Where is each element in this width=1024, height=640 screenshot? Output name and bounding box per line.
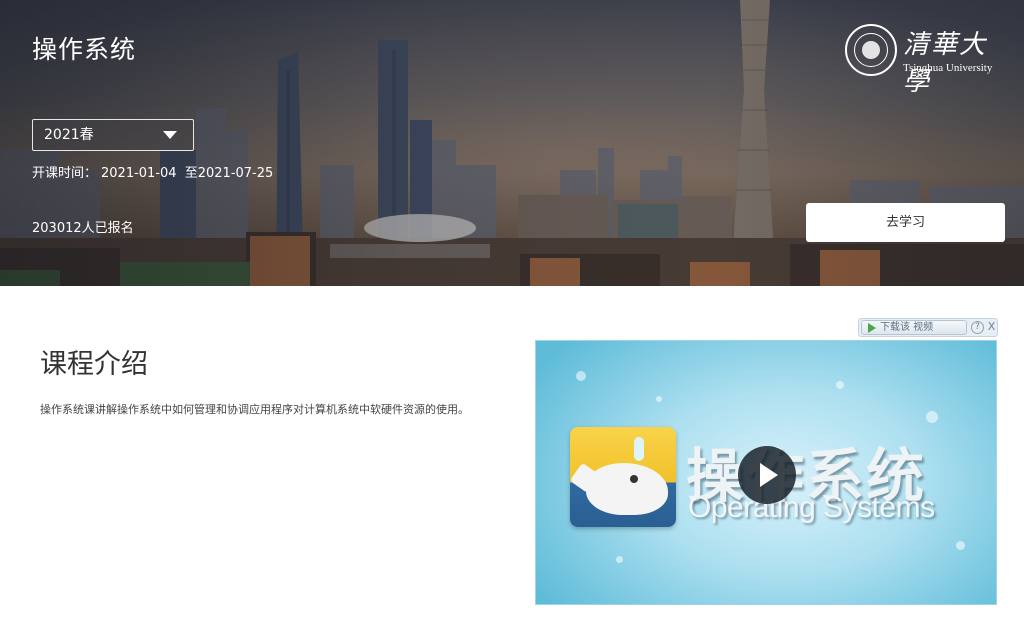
play-icon bbox=[760, 463, 778, 487]
decor-bubble bbox=[926, 411, 938, 423]
course-schedule: 开课时间： 2021-01-04 至2021-07-25 bbox=[32, 162, 277, 181]
video-download-toolbar: 下载该 视频 ? X bbox=[858, 318, 998, 337]
university-seal-icon bbox=[845, 24, 897, 76]
decor-bubble bbox=[576, 371, 586, 381]
play-triangle-icon bbox=[868, 323, 876, 333]
intro-description: 操作系统课讲解操作系统中如何管理和协调应用程序对计算机系统中软硬件资源的使用。 bbox=[40, 403, 469, 416]
schedule-start-date: 2021-01-04 bbox=[101, 166, 177, 181]
schedule-end-date: 2021-07-25 bbox=[197, 166, 274, 181]
decor-bubble bbox=[656, 396, 662, 402]
close-toolbar-button[interactable]: X bbox=[986, 320, 997, 334]
video-title-english: Operating Systems bbox=[688, 491, 935, 524]
logo-chinese-name: 清華大學 bbox=[903, 30, 988, 97]
go-study-button[interactable]: 去学习 bbox=[806, 203, 1005, 242]
logo-english-name: Tsinghua University bbox=[903, 62, 993, 74]
download-video-button[interactable]: 下载该 视频 bbox=[861, 320, 967, 335]
decor-bubble bbox=[836, 381, 844, 389]
course-video-player[interactable]: 操作系统 Operating Systems bbox=[535, 340, 997, 605]
term-select-value: 2021春 bbox=[44, 127, 94, 143]
chevron-down-icon bbox=[163, 131, 177, 139]
tsinghua-logo: 清華大學 Tsinghua University bbox=[845, 24, 1007, 97]
help-button[interactable]: ? bbox=[971, 321, 984, 334]
decor-bubble bbox=[616, 556, 623, 563]
schedule-separator: 至 bbox=[184, 166, 198, 181]
course-banner: 操作系统 2021春 开课时间： 2021-01-04 至2021-07-25 2… bbox=[0, 0, 1024, 286]
whale-logo-icon bbox=[570, 427, 676, 527]
enrollment-count: 203012人已报名 bbox=[32, 221, 134, 236]
play-button[interactable] bbox=[738, 446, 796, 504]
decor-bubble bbox=[956, 541, 965, 550]
download-video-label: 下载该 视频 bbox=[880, 322, 934, 333]
intro-heading: 课程介绍 bbox=[40, 349, 148, 380]
schedule-label: 开课时间： bbox=[32, 166, 98, 181]
term-select[interactable]: 2021春 bbox=[32, 119, 194, 151]
course-title: 操作系统 bbox=[32, 35, 137, 64]
